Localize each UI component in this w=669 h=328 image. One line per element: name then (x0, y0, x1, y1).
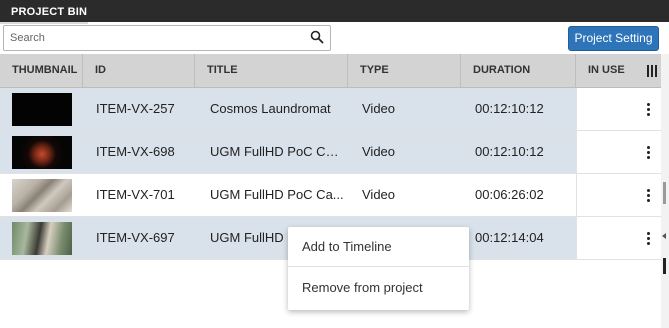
scrollbar-thumb[interactable] (663, 258, 666, 274)
cell-duration: 00:12:10:12 (475, 101, 544, 116)
panel-header: PROJECT BIN (0, 0, 669, 24)
thumbnail-image (12, 179, 72, 212)
search-input[interactable] (4, 26, 304, 50)
table-row[interactable]: ITEM-VX-701 UGM FullHD PoC Ca... Video 0… (0, 174, 661, 217)
column-header-type[interactable]: TYPE (348, 54, 461, 88)
cell-duration: 00:12:10:12 (475, 144, 544, 159)
scrollbar-track-marker (663, 182, 666, 204)
row-main[interactable]: ITEM-VX-698 UGM FullHD PoC Cos... Video … (0, 131, 576, 173)
row-context-menu: Add to Timeline Remove from project (288, 227, 469, 310)
thumbnail-image (12, 136, 72, 169)
row-menu-icon[interactable] (644, 231, 652, 247)
cell-title: UGM FullHD PoC Cos... (210, 144, 344, 159)
panel-title: PROJECT BIN (11, 6, 88, 18)
cell-type: Video (362, 187, 396, 202)
column-header-id[interactable]: ID (83, 54, 195, 88)
column-header-thumbnail[interactable]: THUMBNAIL (0, 54, 83, 88)
row-menu-icon[interactable] (644, 102, 652, 118)
cell-id: ITEM-VX-701 (96, 187, 175, 202)
thumbnail-image (12, 222, 72, 255)
row-main[interactable]: ITEM-VX-257 Cosmos Laundromat Video 00:1… (0, 88, 576, 130)
search-icon[interactable] (310, 30, 324, 44)
cell-id: ITEM-VX-698 (96, 144, 175, 159)
scroll-left-arrow-icon[interactable] (662, 233, 666, 239)
cell-title: UGM FullHD PoC Ca... (210, 187, 344, 202)
cell-type: Video (362, 144, 396, 159)
row-main[interactable]: ITEM-VX-701 UGM FullHD PoC Ca... Video 0… (0, 174, 576, 216)
table-header: THUMBNAIL ID TITLE TYPE DURATION IN USE (0, 54, 661, 88)
menu-item-add-to-timeline[interactable]: Add to Timeline (288, 227, 469, 267)
project-setting-button[interactable]: Project Setting (568, 26, 659, 51)
menu-item-remove-from-project[interactable]: Remove from project (288, 268, 469, 308)
table-row[interactable]: ITEM-VX-698 UGM FullHD PoC Cos... Video … (0, 131, 661, 174)
row-menu-icon[interactable] (644, 145, 652, 161)
cell-id: ITEM-VX-697 (96, 230, 175, 245)
column-header-title[interactable]: TITLE (195, 54, 348, 88)
column-header-duration[interactable]: DURATION (461, 54, 576, 88)
cell-id: ITEM-VX-257 (96, 101, 175, 116)
cell-duration: 00:06:26:02 (475, 187, 544, 202)
columns-icon[interactable] (647, 65, 657, 77)
thumbnail-image (12, 93, 72, 126)
cell-type: Video (362, 101, 396, 116)
search-box[interactable] (3, 25, 331, 51)
cell-duration: 00:12:14:04 (475, 230, 544, 245)
panel-title-underline (0, 22, 88, 24)
cell-title: Cosmos Laundromat (210, 101, 331, 116)
row-menu-icon[interactable] (644, 188, 652, 204)
table-row[interactable]: ITEM-VX-257 Cosmos Laundromat Video 00:1… (0, 88, 661, 131)
